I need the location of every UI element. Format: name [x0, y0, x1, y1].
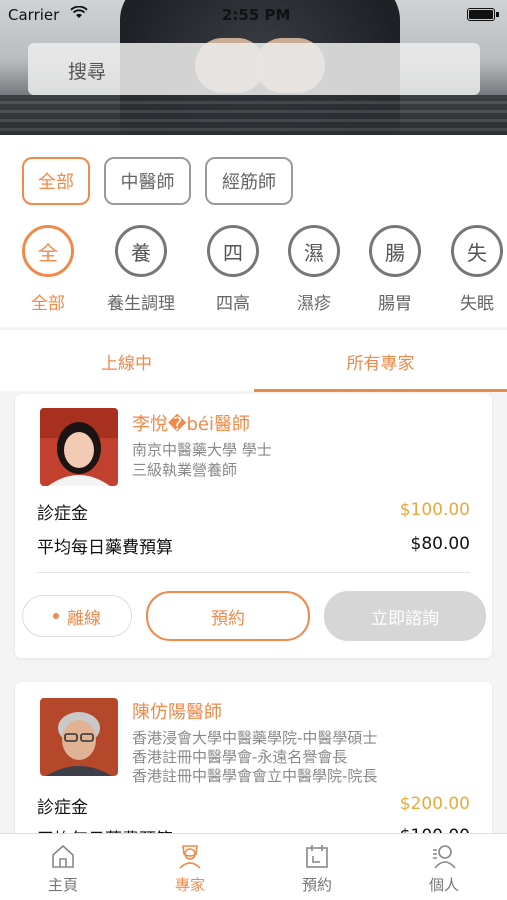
consultation-fee-label: 診症金	[37, 504, 88, 524]
medicine-budget: $80.00	[410, 534, 470, 554]
calendar-icon	[306, 845, 328, 868]
doctor-qualification: 香港註冊中醫學會-永遠名譽會長	[132, 748, 348, 766]
category-eczema[interactable]: 濕 濕疹	[274, 225, 354, 314]
wifi-icon	[70, 5, 88, 23]
bottom-nav: 主頁 專家 預約 個人	[0, 833, 507, 900]
category-four-highs[interactable]: 四 四高	[193, 225, 273, 314]
tab-online[interactable]: 上線中	[0, 330, 253, 392]
search-input[interactable]: 搜尋	[28, 43, 480, 95]
avatar	[40, 698, 118, 776]
type-filter-meridian[interactable]: 經筋師	[205, 157, 293, 205]
doctor-qualification: 南京中醫藥大學 學士	[132, 441, 272, 459]
battery-icon	[467, 8, 499, 21]
type-filter-chinese-medicine[interactable]: 中醫師	[104, 157, 191, 205]
category-wellness[interactable]: 養 養生調理	[101, 225, 181, 314]
search-placeholder: 搜尋	[68, 61, 107, 83]
doctor-card[interactable]: 李悅�béi醫師 南京中醫藥大學 學士 三級執業營養師 診症金 $100.00 …	[15, 394, 492, 658]
category-insomnia[interactable]: 失 失眠	[437, 225, 507, 314]
consultation-fee-label: 診症金	[37, 798, 88, 818]
status-badge: 離線	[22, 595, 132, 637]
doctor-qualification: 香港浸會大學中醫藥學院-中醫學碩士	[132, 729, 378, 747]
doctor-card[interactable]: 陳仿陽醫師 香港浸會大學中醫藥學院-中醫學碩士 香港註冊中醫學會-永遠名譽會長 …	[15, 682, 492, 852]
category-list: 全 全部 養 養生調理 四 四高 濕 濕疹 腸 腸胃 失 失眠	[0, 225, 507, 325]
type-filter-all[interactable]: 全部	[22, 157, 90, 205]
avatar	[40, 408, 118, 486]
nav-home[interactable]: 主頁	[0, 842, 126, 895]
doctor-qualification: 香港註冊中醫學會會立中醫學院-院長	[132, 767, 378, 785]
doctor-name: 陳仿陽醫師	[132, 702, 222, 723]
category-digestive[interactable]: 腸 腸胃	[355, 225, 435, 314]
tab-all-experts[interactable]: 所有專家	[254, 330, 507, 392]
book-button[interactable]: 預約	[146, 591, 310, 641]
filter-section: 全部 中醫師 經筋師 全 全部 養 養生調理 四 四高 濕 濕疹 腸 腸胃 失 …	[0, 135, 507, 327]
status-dot	[53, 613, 59, 619]
expert-tabs: 上線中 所有專家	[0, 329, 507, 392]
category-icon: 濕	[288, 225, 340, 277]
category-icon: 四	[207, 225, 259, 277]
nav-experts[interactable]: 專家	[127, 842, 253, 895]
consultation-fee: $100.00	[399, 500, 470, 520]
category-icon: 腸	[369, 225, 421, 277]
clock: 2:55 PM	[222, 6, 291, 24]
doctor-qualification: 三級執業營養師	[132, 461, 238, 479]
divider	[37, 572, 470, 573]
nav-appointment[interactable]: 預約	[254, 842, 380, 895]
category-all[interactable]: 全 全部	[8, 225, 88, 314]
nav-profile[interactable]: 個人	[381, 842, 507, 895]
carrier-label: Carrier	[8, 6, 60, 24]
consultation-fee: $200.00	[399, 794, 470, 814]
category-icon: 失	[451, 225, 503, 277]
consult-now-button[interactable]: 立即諮詢	[324, 591, 486, 641]
medicine-budget-label: 平均每日藥費預算	[37, 538, 173, 558]
status-bar: Carrier 2:55 PM	[0, 0, 507, 30]
home-icon	[52, 844, 74, 868]
doctor-name: 李悅�béi醫師	[132, 414, 250, 435]
category-icon: 養	[115, 225, 167, 277]
person-icon	[433, 845, 456, 869]
expert-icon	[179, 845, 201, 869]
category-icon: 全	[22, 225, 74, 277]
